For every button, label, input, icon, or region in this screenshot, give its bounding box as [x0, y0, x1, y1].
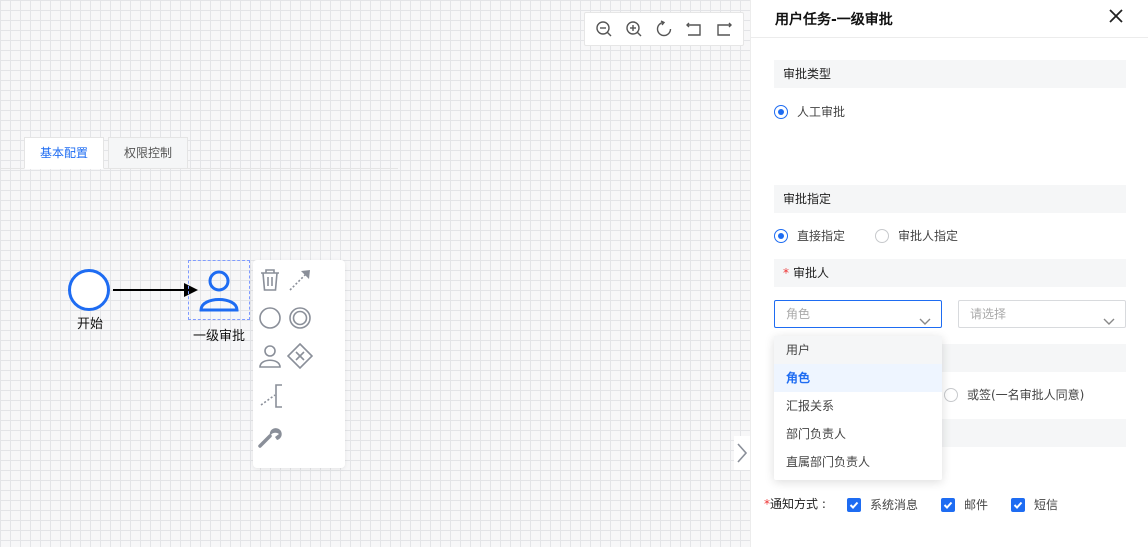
- radio-dot: [944, 387, 958, 402]
- radio-dot: [774, 228, 788, 243]
- dropdown-option-user[interactable]: 用户: [774, 336, 942, 364]
- zoom-in-button[interactable]: [621, 16, 647, 42]
- checkbox-box: [941, 497, 955, 512]
- approver-assign-label: 审批人指定: [898, 229, 959, 243]
- circle-icon: [259, 307, 281, 329]
- panel-header: 用户任务-一级审批: [751, 0, 1148, 38]
- approver-type-value: 角色: [786, 307, 811, 321]
- dropdown-option-dept-head[interactable]: 部门负责人: [774, 420, 942, 448]
- change-type-button[interactable]: [256, 422, 284, 450]
- assign-section: 审批指定: [774, 185, 1126, 213]
- panel-toggle-button[interactable]: [734, 436, 750, 470]
- sequence-flow-arrow[interactable]: [110, 281, 200, 301]
- append-intermediate-event-button[interactable]: [286, 304, 314, 332]
- close-icon: [1109, 9, 1123, 23]
- redo-button[interactable]: [711, 16, 737, 42]
- chevron-down-icon: [1103, 309, 1115, 325]
- approval-type-section: 审批类型: [774, 60, 1126, 88]
- checkbox-box: [1011, 497, 1025, 512]
- canvas-toolbar: [584, 12, 744, 46]
- dropdown-option-direct-dept-head[interactable]: 直属部门负责人: [774, 448, 942, 476]
- undo-icon: [686, 22, 701, 36]
- wrench-icon: [258, 428, 282, 448]
- append-end-event-button[interactable]: [256, 304, 284, 332]
- manual-approval-radio[interactable]: 人工审批: [774, 103, 845, 120]
- chevron-down-icon: [919, 309, 931, 325]
- notify-email-label: 邮件: [964, 498, 989, 512]
- user-icon: [199, 270, 239, 312]
- append-annotation-button[interactable]: [258, 382, 286, 410]
- direct-assign-radio[interactable]: 直接指定: [774, 227, 845, 244]
- radio-dot: [875, 228, 889, 243]
- notify-sms-checkbox[interactable]: 短信: [1011, 496, 1058, 513]
- approver-type-select[interactable]: 角色: [774, 300, 942, 328]
- checkbox-box: [847, 497, 861, 512]
- direct-assign-label: 直接指定: [797, 229, 846, 243]
- tab-basic-config[interactable]: 基本配置: [24, 137, 104, 169]
- check-icon: [849, 501, 859, 509]
- append-user-task-button[interactable]: [256, 342, 284, 370]
- append-gateway-button[interactable]: [286, 342, 314, 370]
- notify-email-checkbox[interactable]: 邮件: [941, 496, 988, 513]
- reset-zoom-button[interactable]: [651, 16, 677, 42]
- redo-icon: [717, 22, 732, 36]
- user-task-label: 一级审批: [192, 329, 245, 344]
- check-icon: [943, 501, 953, 509]
- delete-button[interactable]: [256, 266, 284, 294]
- start-event-node[interactable]: [68, 269, 110, 311]
- double-circle-icon: [289, 307, 311, 329]
- undo-button[interactable]: [681, 16, 707, 42]
- zoom-in-icon: [626, 21, 642, 37]
- connect-arrow-icon: [289, 270, 310, 291]
- chevron-right-icon: [737, 443, 748, 463]
- approver-section: * 审批人: [774, 259, 1126, 287]
- bpmn-canvas[interactable]: 开始 一级审批: [0, 0, 750, 547]
- approver-target-placeholder: 请选择: [970, 307, 1007, 321]
- start-event-label: 开始: [76, 317, 103, 332]
- annotation-icon: [260, 384, 282, 408]
- close-button[interactable]: [1108, 8, 1128, 28]
- radio-dot: [774, 104, 788, 119]
- notify-label-text: 通知方式 :: [770, 497, 826, 511]
- notify-system-label: 系统消息: [870, 498, 919, 512]
- required-marker: *: [783, 266, 789, 280]
- notify-method-label: *通知方式 :: [764, 495, 826, 512]
- connect-button[interactable]: [286, 266, 314, 294]
- panel-title: 用户任务-一级审批: [775, 12, 893, 28]
- approver-assign-radio[interactable]: 审批人指定: [875, 227, 958, 244]
- or-sign-radio[interactable]: 或签(一名审批人同意): [944, 386, 1084, 403]
- config-tabs: 基本配置 权限控制: [0, 137, 398, 169]
- manual-approval-label: 人工审批: [797, 105, 846, 119]
- reset-icon: [656, 20, 672, 37]
- dropdown-option-role[interactable]: 角色: [774, 364, 942, 392]
- notify-sms-label: 短信: [1034, 498, 1059, 512]
- user-outline-icon: [259, 345, 281, 368]
- context-pad: [253, 260, 345, 468]
- or-sign-label: 或签(一名审批人同意): [967, 388, 1085, 402]
- approver-section-label: 审批人: [793, 266, 830, 280]
- notify-system-checkbox[interactable]: 系统消息: [847, 496, 918, 513]
- zoom-out-icon: [596, 21, 612, 37]
- approver-type-dropdown: 用户 角色 汇报关系 部门负责人 直属部门负责人: [774, 336, 942, 480]
- trash-icon: [261, 269, 279, 291]
- gateway-icon: [287, 343, 313, 369]
- user-task-node[interactable]: [188, 260, 250, 320]
- zoom-out-button[interactable]: [591, 16, 617, 42]
- check-icon: [1013, 501, 1023, 509]
- tab-permission-control[interactable]: 权限控制: [108, 137, 188, 169]
- dropdown-option-report-relation[interactable]: 汇报关系: [774, 392, 942, 420]
- approver-target-select[interactable]: 请选择: [958, 300, 1126, 328]
